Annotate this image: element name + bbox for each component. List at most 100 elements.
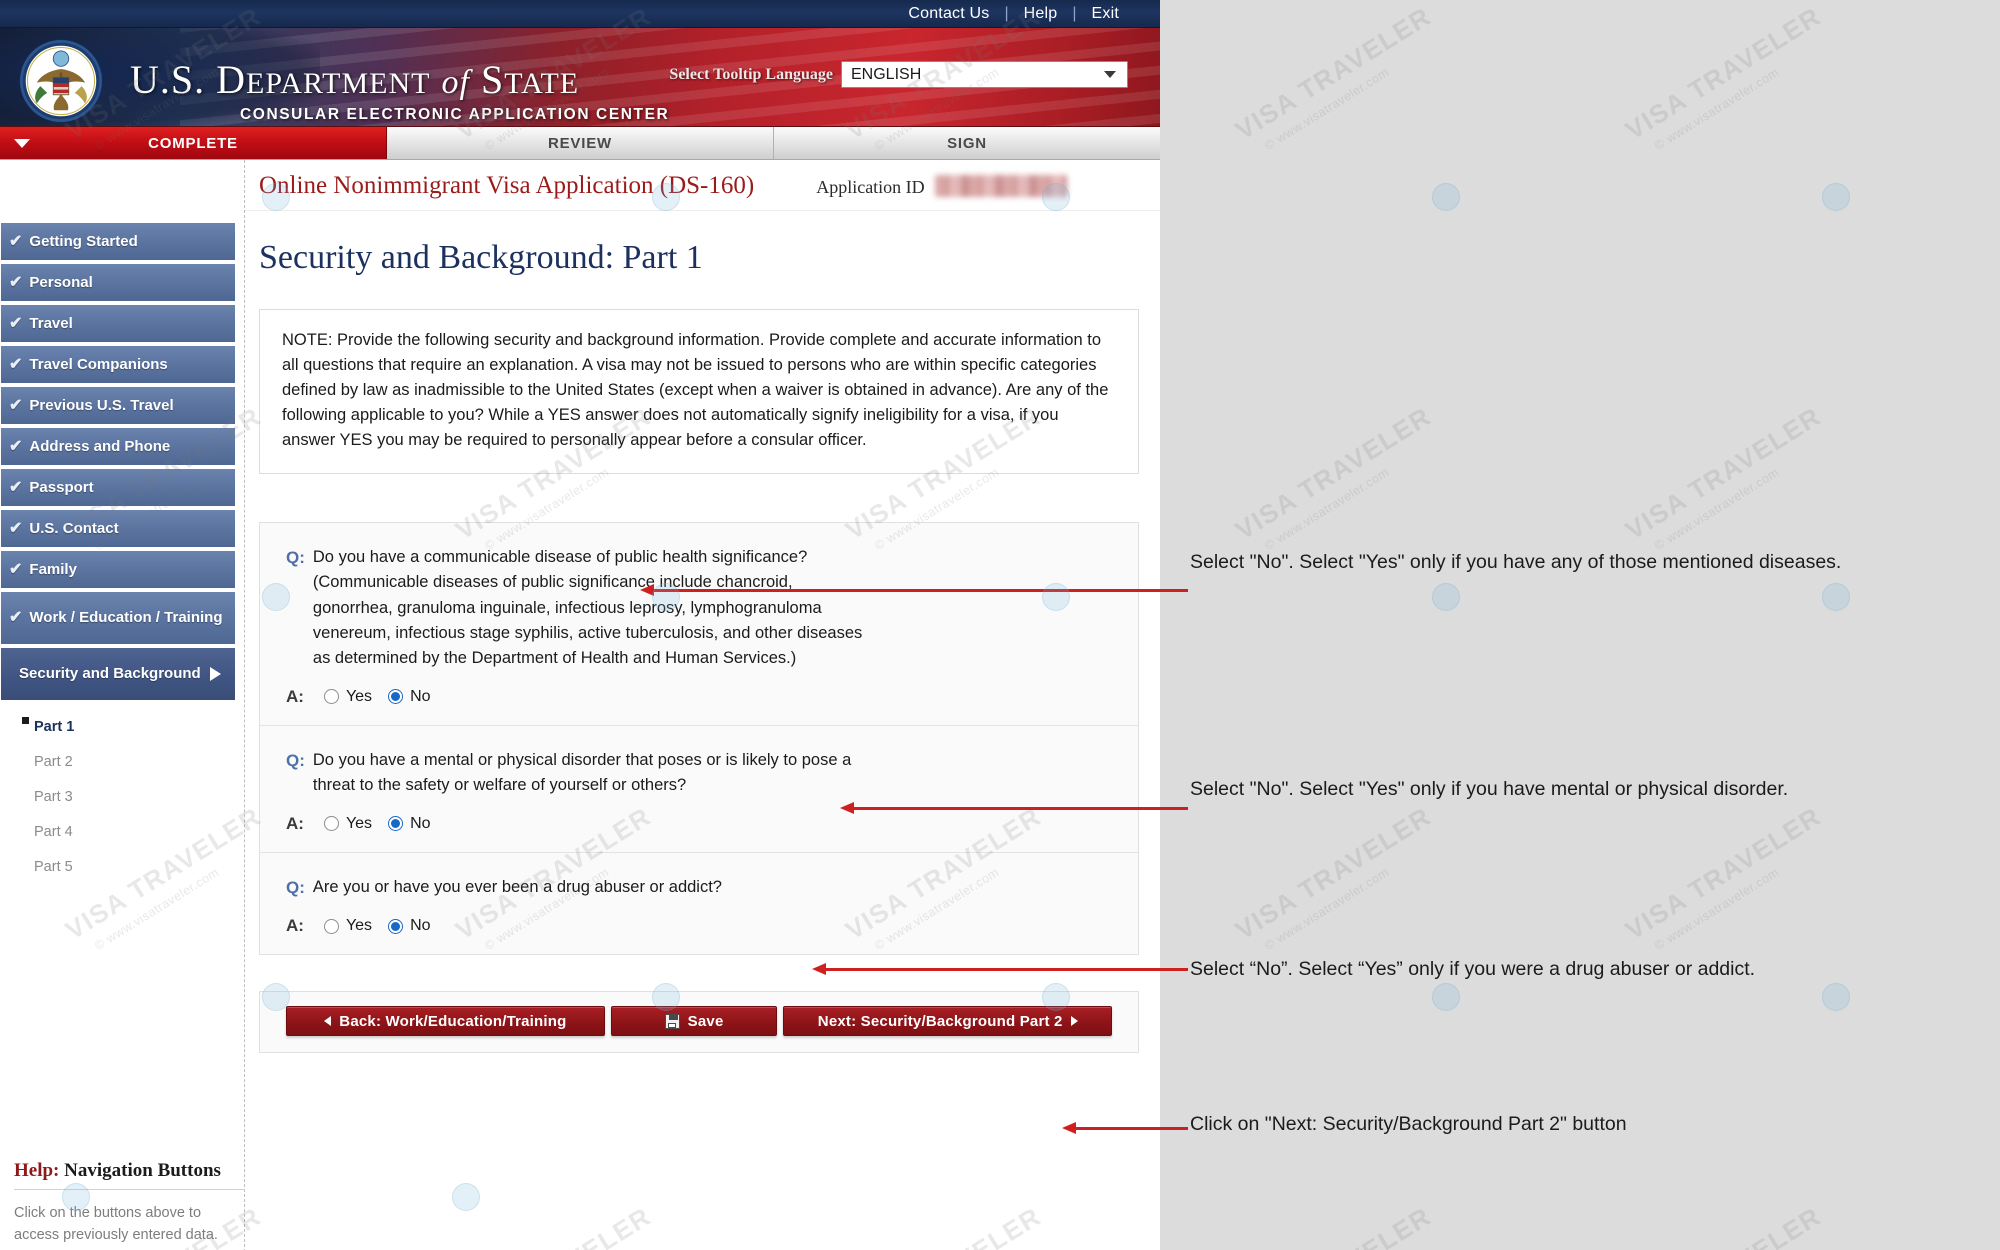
sidebar-item-label: Personal (29, 273, 93, 291)
department-of-state-seal-icon (19, 39, 103, 123)
radio-option-no-q1[interactable]: No (388, 687, 431, 706)
sidebar-subitem-part-4[interactable]: Part 4 (22, 814, 244, 849)
annotation-text-3: Select “No”. Select “Yes” only if you we… (1190, 958, 1756, 980)
check-icon: ✔ (9, 609, 23, 626)
tooltip-language-select[interactable]: ENGLISH (841, 61, 1128, 88)
chevron-down-icon (1104, 71, 1116, 78)
sidebar-navigation: ✔ Getting Started ✔ Personal ✔ Travel ✔ … (0, 160, 246, 1250)
check-icon: ✔ (9, 232, 23, 250)
answer-row: A: Yes No (286, 814, 1112, 834)
radio-no-q2[interactable] (388, 816, 404, 832)
radio-option-yes-q2[interactable]: Yes (323, 814, 373, 833)
save-button-label: Save (687, 1012, 724, 1030)
sidebar-item-work-education-training[interactable]: ✔ Work / Education / Training (0, 591, 236, 645)
sidebar-subitem-part-5[interactable]: Part 5 (22, 849, 244, 884)
tooltip-language-control: Select Tooltip Language ENGLISH (669, 61, 1128, 88)
question-text: Do you have a communicable disease of pu… (312, 548, 863, 667)
annotation-text-4: Click on "Next: Security/Background Part… (1190, 1113, 1627, 1135)
sidebar-subitem-part-3[interactable]: Part 3 (22, 779, 244, 814)
radio-yes-q1[interactable] (323, 689, 339, 705)
radio-option-no-q2[interactable]: No (388, 815, 431, 833)
check-icon: ✔ (9, 314, 23, 332)
help-link[interactable]: Help (1009, 2, 1073, 26)
sidebar-subitem-label: Part 2 (34, 753, 73, 770)
answer-row: A: Yes No (286, 916, 1112, 936)
sidebar-item-previous-us-travel[interactable]: ✔ Previous U.S. Travel (0, 386, 236, 425)
sidebar-subitem-part-2[interactable]: Part 2 (22, 744, 244, 779)
sidebar-item-travel[interactable]: ✔ Travel (0, 304, 236, 343)
sidebar-item-getting-started[interactable]: ✔ Getting Started (0, 222, 236, 261)
radio-yes-q3[interactable] (323, 918, 339, 934)
page-title: Security and Background: Part 1 (259, 239, 703, 276)
next-button-label: Next: Security/Background Part 2 (817, 1012, 1063, 1030)
check-icon: ✔ (9, 437, 23, 455)
tab-sign[interactable]: SIGN (774, 127, 1160, 159)
tab-complete-label: COMPLETE (148, 134, 238, 152)
bullet-icon (22, 717, 29, 724)
radio-no-q3[interactable] (388, 918, 404, 934)
top-links: Contact Us | Help | Exit (893, 2, 1134, 26)
sidebar-item-passport[interactable]: ✔ Passport (0, 468, 236, 507)
note-text: NOTE: Provide the following security and… (282, 331, 1109, 450)
arrow-left-icon (324, 1016, 332, 1027)
sidebar-item-label: Security and Background (19, 665, 201, 683)
answer-prefix: A: (286, 686, 304, 706)
save-button[interactable]: Save (610, 1006, 778, 1037)
answer-prefix: A: (286, 813, 304, 833)
sidebar-item-us-contact[interactable]: ✔ U.S. Contact (0, 509, 236, 548)
sidebar-subitem-part-1[interactable]: Part 1 (22, 709, 244, 744)
sidebar-subnav: Part 1 Part 2 Part 3 Part 4 Part 5 (0, 709, 244, 884)
radio-no-q1[interactable] (388, 689, 404, 705)
check-icon: ✔ (9, 396, 23, 414)
radio-yes-label: Yes (345, 917, 373, 935)
check-icon: ✔ (9, 560, 23, 578)
check-icon: ✔ (9, 355, 23, 373)
application-id-label: Application ID (816, 177, 925, 197)
floppy-disk-icon (664, 1013, 680, 1029)
help-title: Help: Navigation Buttons (14, 1160, 246, 1190)
sidebar-item-family[interactable]: ✔ Family (0, 550, 236, 589)
contact-us-link[interactable]: Contact Us (893, 2, 1004, 26)
sidebar-item-security-and-background[interactable]: Security and Background (0, 647, 236, 701)
sidebar-subitem-label: Part 4 (34, 823, 73, 840)
radio-option-no-q3[interactable]: No (388, 917, 431, 935)
sidebar-item-travel-companions[interactable]: ✔ Travel Companions (0, 345, 236, 384)
sidebar-item-label: Previous U.S. Travel (29, 396, 174, 414)
radio-yes-label: Yes (345, 814, 373, 832)
sidebar-item-personal[interactable]: ✔ Personal (0, 263, 236, 302)
radio-no-label: No (410, 687, 431, 705)
page-root: Contact Us | Help | Exit U.S. DEPARTMENT… (0, 0, 2000, 1250)
next-button[interactable]: Next: Security/Background Part 2 (783, 1006, 1112, 1037)
arrow-right-icon (210, 667, 221, 681)
tab-review-label: REVIEW (548, 134, 612, 152)
tab-sign-label: SIGN (947, 134, 987, 152)
sidebar-spacer (0, 160, 244, 222)
annotation-text-2: Select "No". Select "Yes" only if you ha… (1190, 778, 1789, 800)
sidebar-item-label: U.S. Contact (29, 519, 119, 537)
progress-tabs: COMPLETE REVIEW SIGN (0, 127, 1160, 160)
annotation-text-1: Select "No". Select "Yes" only if you ha… (1190, 551, 1842, 573)
back-button[interactable]: Back: Work/Education/Training (286, 1006, 605, 1037)
tab-review[interactable]: REVIEW (387, 127, 774, 159)
check-icon: ✔ (9, 273, 23, 291)
question-prefix: Q: (286, 877, 305, 897)
radio-option-yes-q3[interactable]: Yes (323, 917, 373, 935)
dos-banner: U.S. DEPARTMENT of STATE CONSULAR ELECTR… (0, 28, 1160, 127)
sidebar-item-label: Work / Education / Training (29, 609, 223, 627)
tab-complete[interactable]: COMPLETE (0, 127, 387, 159)
department-title: U.S. DEPARTMENT of STATE CONSULAR ELECTR… (130, 56, 669, 124)
radio-yes-label: Yes (345, 687, 373, 705)
question-row: Q: Do you have a communicable disease of… (286, 545, 1112, 670)
sidebar-item-label: Family (29, 560, 77, 578)
question-text: Do you have a mental or physical disorde… (312, 750, 852, 794)
exit-link[interactable]: Exit (1077, 2, 1134, 26)
annotation-panel: Select "No". Select "Yes" only if you ha… (1160, 0, 2000, 1250)
department-title-line1: U.S. DEPARTMENT of STATE (130, 57, 580, 102)
radio-yes-q2[interactable] (323, 816, 339, 832)
radio-group-q2: Yes No (323, 814, 431, 833)
radio-option-yes-q1[interactable]: Yes (323, 687, 373, 706)
question-row: Q: Do you have a mental or physical diso… (286, 748, 1112, 798)
arrow-right-icon (1070, 1016, 1078, 1027)
sidebar-item-address-and-phone[interactable]: ✔ Address and Phone (0, 427, 236, 466)
help-body-text: Click on the buttons above to access pre… (14, 1205, 218, 1244)
